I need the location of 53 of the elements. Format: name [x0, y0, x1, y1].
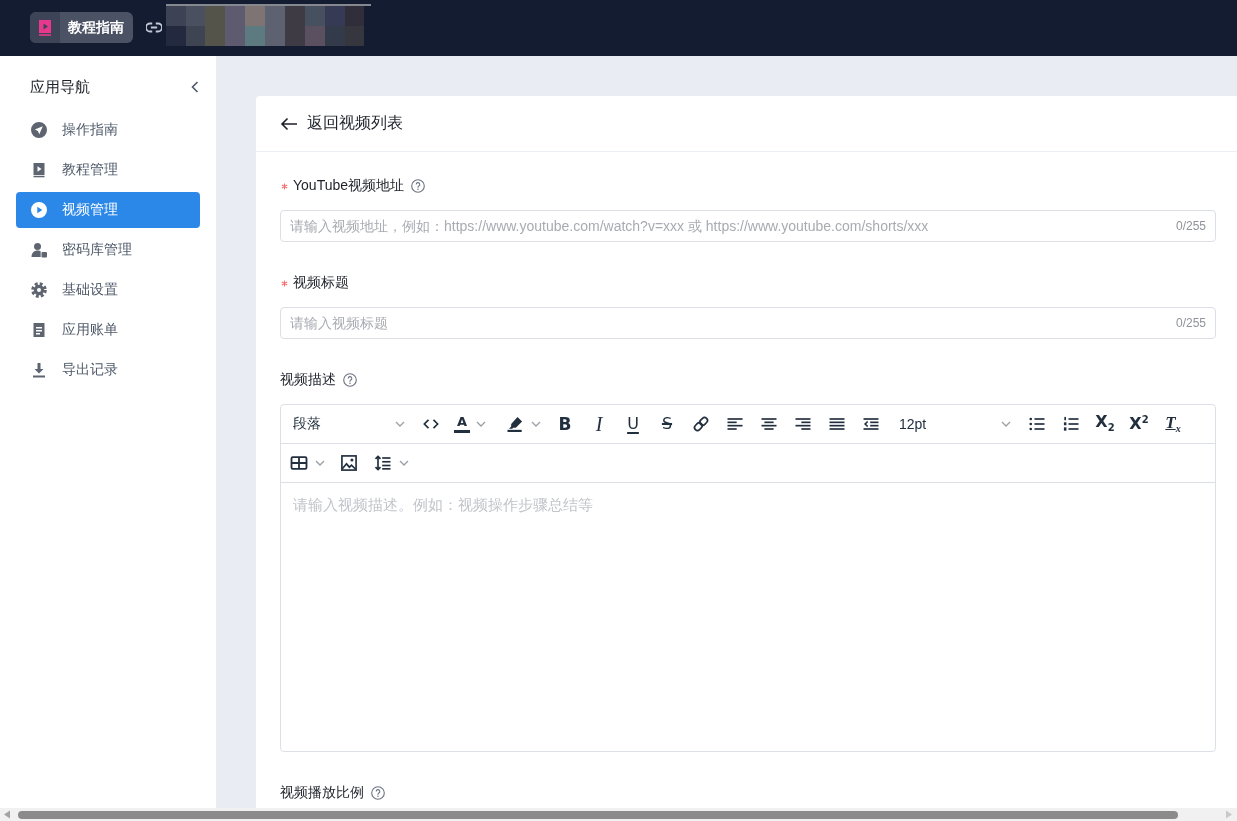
line-height-icon	[373, 453, 393, 473]
field-label: 视频播放比例	[280, 784, 364, 802]
nav-item[interactable]: 教程管理	[16, 152, 200, 188]
chevron-down-icon	[1001, 421, 1011, 427]
play-icon	[31, 202, 47, 218]
field-label: 视频描述	[280, 371, 336, 389]
nav-item[interactable]: 基础设置	[16, 272, 200, 308]
strikethrough-button[interactable]: S	[653, 410, 681, 438]
chevron-down-icon	[399, 460, 409, 466]
help-icon[interactable]	[343, 373, 357, 387]
nav-item[interactable]: 导出记录	[16, 352, 200, 388]
field-label: 视频标题	[293, 274, 349, 292]
field-label: YouTube视频地址	[293, 177, 404, 195]
nav-item[interactable]: 应用账单	[16, 312, 200, 348]
back-link[interactable]: 返回视频列表	[280, 113, 403, 134]
toolbar-dropdown[interactable]: 12pt	[891, 410, 1017, 438]
nav-item[interactable]: 操作指南	[16, 112, 200, 148]
settings-icon	[31, 282, 47, 298]
toolbar-dropdown[interactable]: 段落	[285, 410, 411, 438]
link-icon[interactable]	[146, 22, 162, 33]
help-icon[interactable]	[371, 786, 385, 800]
document-icon	[31, 322, 47, 338]
clear-formatting-button[interactable]: T$_{x}$	[1159, 410, 1187, 438]
sidebar-title: 应用导航	[30, 77, 90, 97]
marker-icon	[505, 414, 525, 434]
link-icon	[691, 414, 711, 434]
nav-item[interactable]: 密码库管理	[16, 232, 200, 268]
superscript-button[interactable]: X$^{2}$	[1125, 410, 1153, 438]
send-icon	[31, 122, 47, 138]
chevron-down-icon	[395, 421, 405, 427]
character-counter: 0/255	[1175, 218, 1206, 234]
text-color-button[interactable]: A	[451, 410, 495, 438]
image-icon	[339, 453, 359, 473]
app-switcher-button[interactable]: 教程指南	[30, 12, 133, 43]
download-icon	[31, 362, 47, 378]
bold-button[interactable]: B	[551, 410, 579, 438]
italic-button[interactable]: I	[585, 410, 613, 438]
chevron-down-icon	[531, 421, 541, 427]
chevron-down-icon	[476, 421, 487, 427]
character-counter: 0/255	[1175, 315, 1206, 331]
help-icon[interactable]	[411, 179, 425, 193]
chevron-down-icon	[315, 460, 325, 466]
user-icon	[31, 242, 47, 258]
nav-item[interactable]: 视频管理	[16, 192, 200, 228]
book-icon	[31, 162, 47, 178]
back-arrow-icon	[280, 116, 298, 131]
collapse-icon[interactable]	[191, 81, 199, 93]
underline-button[interactable]: U	[619, 410, 647, 438]
table-icon	[289, 453, 309, 473]
book-icon	[30, 12, 60, 43]
numbered-list-icon	[1061, 414, 1081, 434]
scrollbar-thumb[interactable]	[18, 810, 1178, 819]
subscript-button[interactable]: X$_{2}$	[1091, 410, 1119, 438]
